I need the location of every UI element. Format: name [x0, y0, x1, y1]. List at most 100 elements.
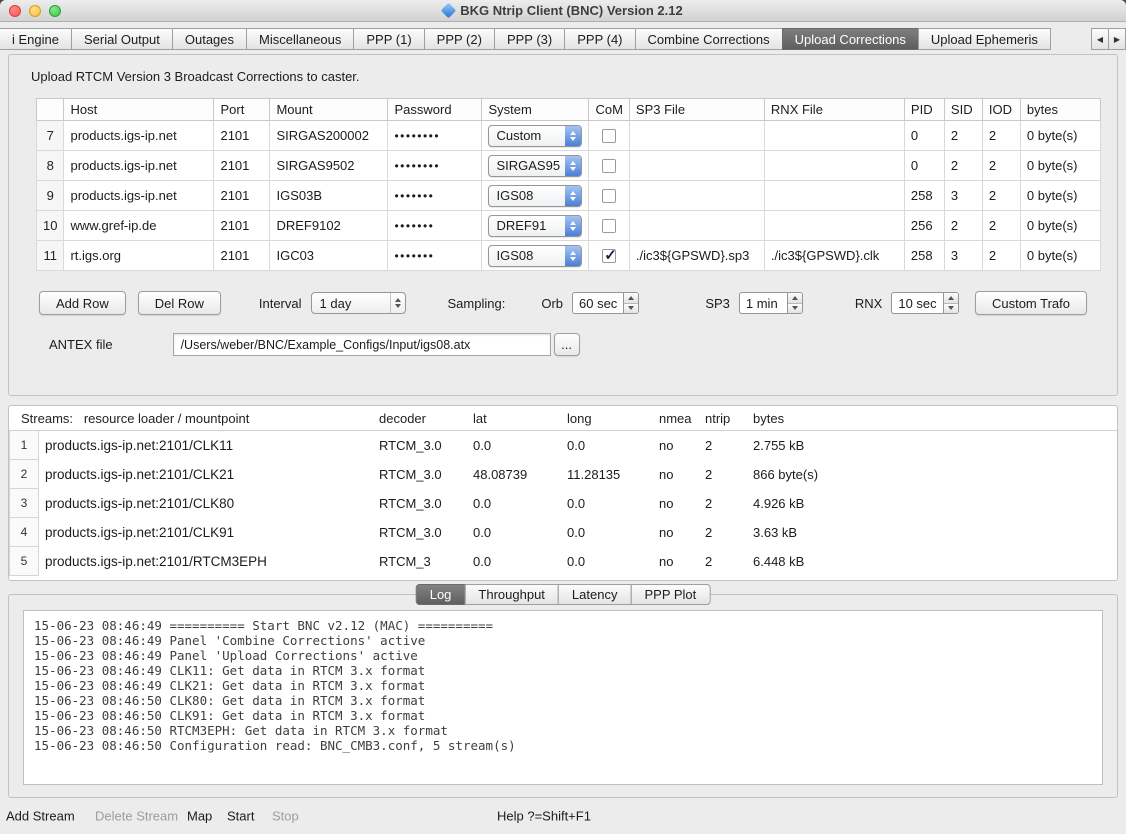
stream-row[interactable]: 1 products.igs-ip.net:2101/CLK11 RTCM_3.…: [9, 431, 1117, 460]
help-shortcut-label[interactable]: Help ?=Shift+F1: [497, 809, 591, 824]
tab-serial-output[interactable]: Serial Output: [71, 28, 173, 50]
tab-scroll-right-icon[interactable]: ▶: [1108, 28, 1126, 50]
rnx-file-cell[interactable]: ./ic3${GPSWD}.clk: [764, 241, 904, 271]
lat-cell: 0.0: [473, 496, 567, 511]
title-bar: BKG Ntrip Client (BNC) Version 2.12: [0, 0, 1126, 22]
tab-ppp-plot[interactable]: PPP Plot: [630, 584, 710, 605]
rnx-file-cell[interactable]: [764, 211, 904, 241]
tab-combine-corrections[interactable]: Combine Corrections: [635, 28, 783, 50]
orb-sampling-spinner[interactable]: 60 sec: [572, 292, 639, 314]
stream-row[interactable]: 2 products.igs-ip.net:2101/CLK21 RTCM_3.…: [9, 460, 1117, 489]
sp3-file-cell[interactable]: [629, 181, 764, 211]
com-checkbox[interactable]: [602, 129, 616, 143]
tab-ppp-3[interactable]: PPP (3): [494, 28, 565, 50]
system-dropdown[interactable]: Custom: [488, 125, 582, 147]
stream-row[interactable]: 4 products.igs-ip.net:2101/CLK91 RTCM_3.…: [9, 518, 1117, 547]
interval-dropdown[interactable]: 1 day: [311, 292, 406, 314]
del-row-button[interactable]: Del Row: [138, 291, 221, 315]
stream-row[interactable]: 3 products.igs-ip.net:2101/CLK80 RTCM_3.…: [9, 489, 1117, 518]
streams-header: Streams: resource loader / mountpoint de…: [9, 406, 1117, 431]
tab-scroll-left-icon[interactable]: ◀: [1091, 28, 1109, 50]
com-checkbox[interactable]: [602, 189, 616, 203]
port-cell[interactable]: 2101: [214, 121, 270, 151]
antex-file-input[interactable]: /Users/weber/BNC/Example_Configs/Input/i…: [173, 333, 551, 356]
system-dropdown[interactable]: IGS08: [488, 185, 582, 207]
system-dropdown[interactable]: DREF91: [488, 215, 582, 237]
custom-trafo-button[interactable]: Custom Trafo: [975, 291, 1087, 315]
tab-outages[interactable]: Outages: [172, 28, 247, 50]
row-number: 1: [9, 431, 39, 460]
tab-ppp-2[interactable]: PPP (2): [424, 28, 495, 50]
long-cell: 0.0: [567, 438, 659, 453]
host-cell[interactable]: www.gref-ip.de: [64, 211, 214, 241]
rnx-file-cell[interactable]: [764, 181, 904, 211]
table-row[interactable]: 11 rt.igs.org 2101 IGC03 ••••••• IGS08 .…: [37, 241, 1101, 271]
antex-browse-button[interactable]: ...: [554, 333, 580, 356]
table-row[interactable]: 9 products.igs-ip.net 2101 IGS03B ••••••…: [37, 181, 1101, 211]
system-dropdown[interactable]: SIRGAS95: [488, 155, 582, 177]
sp3-file-cell[interactable]: [629, 151, 764, 181]
sp3-file-cell[interactable]: ./ic3${GPSWD}.sp3: [629, 241, 764, 271]
host-cell[interactable]: rt.igs.org: [64, 241, 214, 271]
mount-cell[interactable]: DREF9102: [270, 211, 388, 241]
system-dropdown[interactable]: IGS08: [488, 245, 582, 267]
tab-engine[interactable]: i Engine: [0, 28, 72, 50]
row-number: 8: [37, 151, 64, 181]
table-row[interactable]: 8 products.igs-ip.net 2101 SIRGAS9502 ••…: [37, 151, 1101, 181]
password-cell[interactable]: •••••••: [388, 181, 482, 211]
add-stream-button[interactable]: Add Stream: [6, 809, 75, 824]
sp3-sampling-spinner[interactable]: 1 min: [739, 292, 803, 314]
table-row[interactable]: 7 products.igs-ip.net 2101 SIRGAS200002 …: [37, 121, 1101, 151]
tab-ppp-1[interactable]: PPP (1): [353, 28, 424, 50]
rnx-sampling-spinner[interactable]: 10 sec: [891, 292, 958, 314]
ntrip-cell: 2: [705, 438, 753, 453]
mount-cell[interactable]: SIRGAS200002: [270, 121, 388, 151]
window-title: BKG Ntrip Client (BNC) Version 2.12: [460, 3, 682, 18]
log-line: 15-06-23 08:46:49 Panel 'Upload Correcti…: [34, 648, 1092, 663]
mountpoint-cell: products.igs-ip.net:2101/CLK21: [39, 467, 379, 482]
tab-upload-ephemeris[interactable]: Upload Ephemeris: [918, 28, 1051, 50]
password-cell[interactable]: ••••••••: [388, 151, 482, 181]
map-button[interactable]: Map: [187, 809, 212, 824]
rnx-label: RNX: [855, 296, 882, 311]
rnx-file-cell[interactable]: [764, 121, 904, 151]
host-cell[interactable]: products.igs-ip.net: [64, 181, 214, 211]
port-cell[interactable]: 2101: [214, 211, 270, 241]
iod-cell: 2: [982, 241, 1020, 271]
tab-latency[interactable]: Latency: [558, 584, 632, 605]
tab-log[interactable]: Log: [416, 584, 466, 605]
tab-throughput[interactable]: Throughput: [464, 584, 559, 605]
port-cell[interactable]: 2101: [214, 151, 270, 181]
password-cell[interactable]: •••••••: [388, 241, 482, 271]
tab-upload-corrections[interactable]: Upload Corrections: [782, 28, 919, 50]
start-button[interactable]: Start: [227, 809, 254, 824]
bytes-cell: 866 byte(s): [753, 467, 1117, 482]
mount-cell[interactable]: SIRGAS9502: [270, 151, 388, 181]
com-checkbox[interactable]: [602, 159, 616, 173]
stepper-icon: [943, 292, 959, 314]
panel-description: Upload RTCM Version 3 Broadcast Correcti…: [9, 55, 1117, 84]
password-cell[interactable]: ••••••••: [388, 121, 482, 151]
stream-row[interactable]: 5 products.igs-ip.net:2101/RTCM3EPH RTCM…: [9, 547, 1117, 576]
port-cell[interactable]: 2101: [214, 241, 270, 271]
orb-label: Orb: [541, 296, 563, 311]
ntrip-cell: 2: [705, 496, 753, 511]
mount-cell[interactable]: IGS03B: [270, 181, 388, 211]
table-row[interactable]: 10 www.gref-ip.de 2101 DREF9102 ••••••• …: [37, 211, 1101, 241]
com-checkbox[interactable]: [602, 219, 616, 233]
host-cell[interactable]: products.igs-ip.net: [64, 151, 214, 181]
mount-cell[interactable]: IGC03: [270, 241, 388, 271]
rnx-file-cell[interactable]: [764, 151, 904, 181]
sp3-file-cell[interactable]: [629, 211, 764, 241]
tab-miscellaneous[interactable]: Miscellaneous: [246, 28, 354, 50]
add-row-button[interactable]: Add Row: [39, 291, 126, 315]
port-cell[interactable]: 2101: [214, 181, 270, 211]
tab-ppp-4[interactable]: PPP (4): [564, 28, 635, 50]
host-cell[interactable]: products.igs-ip.net: [64, 121, 214, 151]
sp3-file-cell[interactable]: [629, 121, 764, 151]
pid-header: PID: [904, 99, 944, 121]
com-checkbox[interactable]: [602, 249, 616, 263]
delete-stream-button: Delete Stream: [95, 809, 178, 824]
log-line: 15-06-23 08:46:49 ========== Start BNC v…: [34, 618, 1092, 633]
password-cell[interactable]: •••••••: [388, 211, 482, 241]
